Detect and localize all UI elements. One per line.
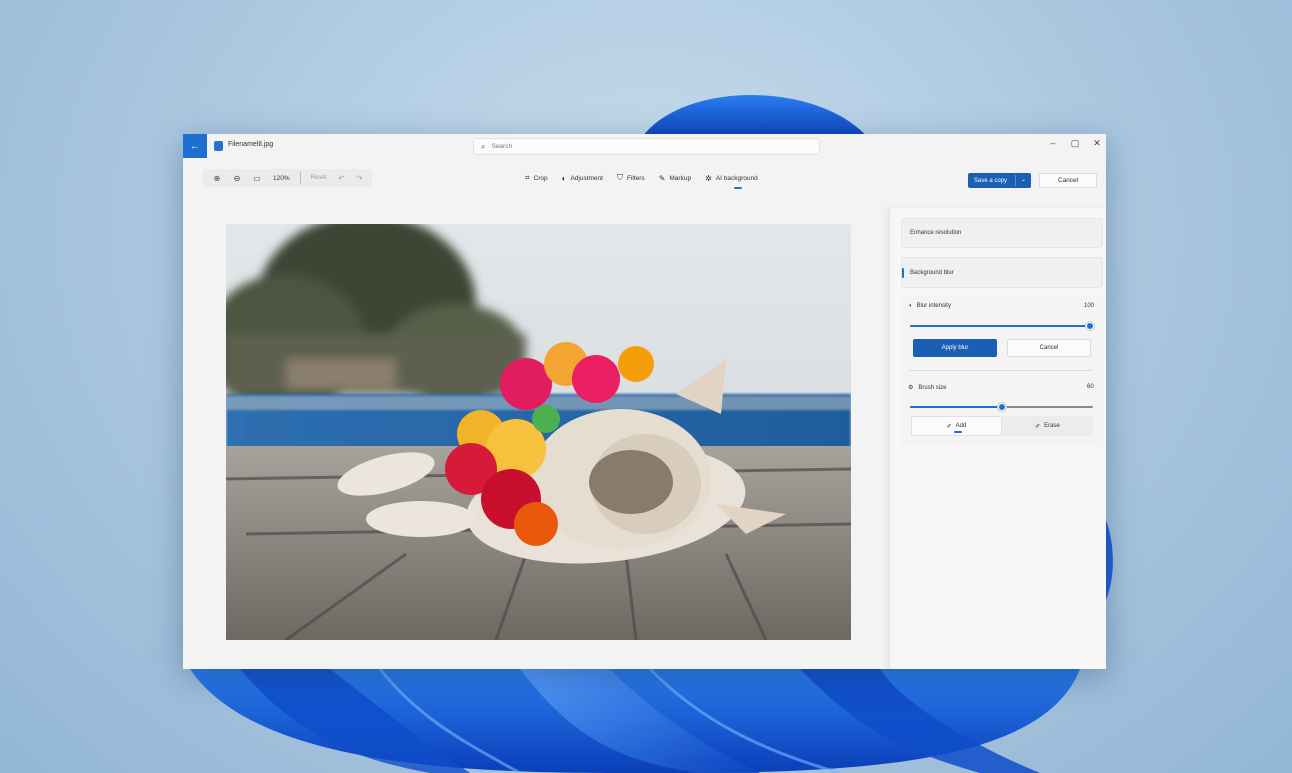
add-label: Add	[955, 423, 967, 429]
maximize-button[interactable]: ▢	[1069, 138, 1081, 149]
selection-indicator	[902, 268, 904, 278]
tool-markup[interactable]: ✎ Markup	[659, 174, 691, 183]
tool-ai-background[interactable]: ✲ AI background	[705, 173, 758, 189]
brush-gear-icon: ⚙	[908, 385, 914, 391]
background-blur-option[interactable]: Background blur	[901, 257, 1103, 288]
enhance-resolution-label: Enhance resolution	[910, 230, 962, 236]
magic-add-icon: ✐	[946, 423, 952, 430]
tool-adjustment[interactable]: ◐ Adjustment	[562, 174, 603, 183]
zoom-out-button[interactable]: ⊖	[227, 169, 247, 187]
chevron-down-icon[interactable]: ⌄	[1021, 176, 1026, 183]
title-bar: ← Filenameltl.jpg ⌕ Search – ▢ ✕	[183, 134, 1106, 158]
redo-button[interactable]: ↷	[350, 174, 368, 183]
split-divider	[1015, 175, 1016, 186]
edit-tools: ⌗ Crop ◐ Adjustment ⛉ Filters ✎ Markup ✲…	[525, 173, 758, 189]
contrast-icon: ◑	[908, 303, 912, 309]
tool-label: Crop	[533, 174, 548, 182]
back-button[interactable]: ←	[183, 134, 207, 158]
tool-label: Filters	[626, 174, 645, 182]
zoom-level[interactable]: 120%	[267, 175, 296, 182]
back-arrow-icon: ←	[190, 140, 200, 152]
tool-label: Markup	[669, 174, 692, 182]
blur-intensity-fill	[910, 325, 1090, 327]
close-button[interactable]: ✕	[1091, 138, 1103, 149]
undo-button[interactable]: ↶	[332, 174, 350, 183]
ai-background-panel: Enhance resolution Background blur ◑ Blu…	[889, 208, 1106, 669]
search-placeholder: Search	[491, 143, 513, 150]
tool-crop[interactable]: ⌗ Crop	[525, 173, 548, 183]
brush-size-label: Brush size	[918, 384, 947, 391]
blur-intensity-thumb[interactable]	[1086, 322, 1094, 330]
minimize-button[interactable]: –	[1047, 138, 1059, 148]
search-icon: ⌕	[481, 141, 486, 151]
photos-app-icon	[214, 141, 223, 151]
erase-label: Erase	[1044, 423, 1060, 429]
eraser-icon: ✐	[1035, 423, 1041, 430]
ai-background-icon: ✲	[705, 173, 712, 183]
brush-size-thumb[interactable]	[998, 403, 1006, 411]
filters-icon: ⛉	[616, 173, 623, 182]
brush-size-value: 60	[1087, 384, 1094, 390]
zoom-out-icon: ⊖	[233, 173, 241, 183]
fit-to-window-button[interactable]: ▭	[247, 169, 267, 187]
undo-icon: ↶	[337, 173, 345, 183]
apply-blur-button[interactable]: Apply blur	[913, 339, 997, 357]
zoom-in-button[interactable]: ⊕	[207, 169, 227, 187]
adjustment-icon: ◐	[561, 173, 567, 183]
toolbar-separator	[299, 172, 301, 184]
fit-icon: ▭	[253, 173, 261, 183]
crop-icon: ⌗	[525, 173, 530, 182]
blur-intensity-row: ◑ Blur intensity	[908, 303, 951, 309]
search-input[interactable]: ⌕ Search	[473, 138, 820, 155]
zoom-in-icon: ⊕	[213, 173, 221, 183]
cancel-blur-button[interactable]: Cancel	[1007, 339, 1091, 357]
save-copy-button[interactable]: Save a copy ⌄	[968, 173, 1031, 188]
brush-size-row: ⚙ Brush size	[908, 384, 947, 392]
markup-icon: ✎	[658, 173, 666, 183]
blur-intensity-label: Blur intensity	[916, 303, 951, 309]
brush-size-fill	[910, 406, 1002, 408]
section-divider	[909, 370, 1093, 371]
add-brush-button[interactable]: ✐ Add	[911, 416, 1002, 436]
erase-brush-button[interactable]: ✐ Erase	[1002, 416, 1093, 436]
tool-label: AI background	[715, 174, 758, 182]
photos-app-window: ← Filenameltl.jpg ⌕ Search – ▢ ✕ ⊕ ⊖ ▭ 1…	[183, 134, 1106, 669]
enhance-resolution-option[interactable]: Enhance resolution	[901, 218, 1103, 248]
redo-icon: ↷	[355, 173, 363, 183]
tool-filters[interactable]: ⛉ Filters	[617, 173, 645, 183]
tool-label: Adjustment	[570, 174, 603, 182]
file-name: Filenameltl.jpg	[228, 141, 274, 148]
zoom-toolbar: ⊕ ⊖ ▭ 120% Reset ↶ ↷	[203, 169, 373, 187]
cancel-edit-button[interactable]: Cancel	[1039, 173, 1097, 188]
save-copy-label: Save a copy	[974, 177, 1008, 184]
blur-intensity-value: 100	[1084, 303, 1095, 309]
photo-canvas[interactable]	[226, 224, 851, 640]
background-blur-label: Background blur	[910, 269, 954, 276]
reset-button[interactable]: Reset	[305, 175, 333, 181]
